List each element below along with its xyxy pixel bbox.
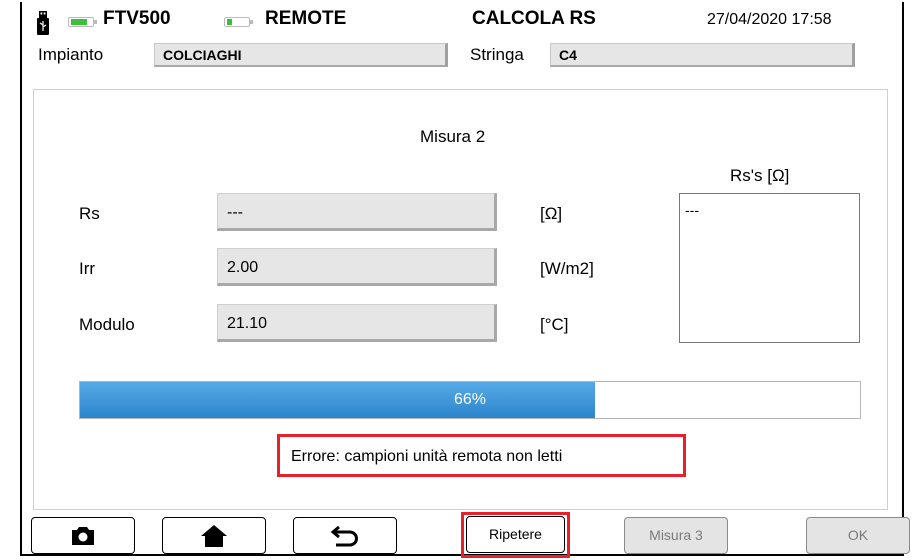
ok-button[interactable]: OK	[806, 517, 910, 554]
screen-title: CALCOLA RS	[472, 8, 596, 29]
irr-label: Irr	[79, 259, 96, 278]
irr-value-field: 2.00	[217, 248, 497, 286]
status-bar: FTV500 REMOTE CALCOLA RS 27/04/2020 17:5…	[0, 0, 921, 70]
progress-percent: 66%	[453, 391, 487, 408]
module-temp-unit: [°C]	[540, 315, 569, 334]
string-label: Stringa	[470, 45, 524, 64]
repeat-button[interactable]: Ripetere	[466, 516, 565, 553]
camera-icon	[72, 526, 94, 545]
rs-unit: [Ω]	[540, 204, 563, 223]
string-field[interactable]: C4	[550, 43, 855, 67]
module-temp-value-field: 21.10	[217, 304, 497, 342]
rs-label: Rs	[79, 204, 100, 223]
next-measure-button[interactable]: Misura 3	[624, 517, 728, 554]
home-icon	[201, 524, 227, 547]
progress-bar: 66%	[79, 381, 861, 419]
device-battery-icon	[68, 17, 97, 27]
datetime: 27/04/2020 17:58	[707, 11, 832, 28]
rs-list-title: Rs's [Ω]	[730, 166, 790, 185]
home-button[interactable]	[162, 517, 266, 554]
measure-title: Misura 2	[420, 127, 486, 146]
usb-icon	[37, 11, 49, 35]
back-arrow-icon	[330, 525, 358, 546]
camera-button[interactable]	[31, 517, 135, 554]
back-button[interactable]	[293, 517, 397, 554]
rs-value-field: ---	[217, 193, 497, 231]
plant-label: Impianto	[38, 45, 104, 64]
remote-label: REMOTE	[265, 8, 347, 29]
rs-list[interactable]: ---	[679, 193, 860, 343]
module-temp-label: Modulo	[79, 315, 135, 334]
irr-unit: [W/m2]	[540, 259, 594, 278]
remote-battery-icon	[224, 17, 253, 27]
plant-field[interactable]: COLCIAGHI	[154, 43, 448, 67]
error-message: Errore: campioni unità remota non letti	[277, 434, 686, 477]
device-name: FTV500	[103, 8, 171, 29]
rs-list-item: ---	[685, 202, 699, 218]
